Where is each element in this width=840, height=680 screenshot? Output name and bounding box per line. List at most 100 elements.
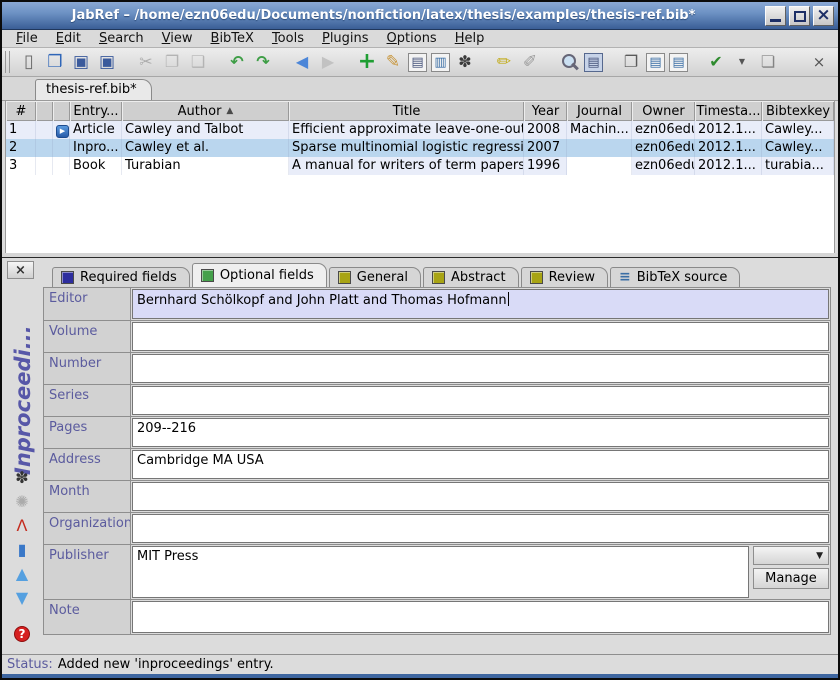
save-all-icon[interactable]: ▣ — [96, 51, 118, 73]
cut-icon[interactable]: ✂ — [135, 51, 157, 73]
column-header-journal[interactable]: Journal — [567, 101, 632, 121]
menu-options[interactable]: Options — [378, 30, 446, 47]
new-entry-icon[interactable]: + — [356, 51, 378, 73]
field-group-square-icon — [432, 271, 445, 284]
mark-entries-icon[interactable]: ✏ — [493, 51, 515, 73]
fetch-web-icon[interactable]: ✔ — [705, 51, 727, 73]
edit-entry-icon[interactable]: ✎ — [382, 51, 404, 73]
back-icon[interactable]: ◀ — [291, 51, 313, 73]
help-icon[interactable]: ? — [14, 626, 30, 642]
status-bar: Status: Added new 'inproceedings' entry. — [2, 654, 838, 674]
toolbar-close-icon[interactable]: × — [808, 51, 830, 73]
maximize-button[interactable] — [789, 6, 810, 26]
fetch-dropdown-icon[interactable]: ▼ — [731, 51, 753, 73]
column-header-empty[interactable] — [53, 101, 70, 121]
table-row[interactable]: 3BookTurabianA manual for writers of ter… — [6, 157, 834, 175]
table-cell: 2008 — [524, 121, 567, 139]
tab-general[interactable]: General — [329, 267, 421, 287]
field-label-address: Address — [43, 448, 131, 481]
tab-optional-fields[interactable]: Optional fields — [192, 263, 327, 287]
search-icon[interactable] — [558, 51, 580, 73]
table-cell — [36, 121, 53, 139]
tab-bibtex-source[interactable]: ≡BibTeX source — [610, 267, 740, 287]
field-label-publisher: Publisher — [43, 544, 131, 600]
tab-abstract[interactable]: Abstract — [423, 267, 519, 287]
column-header-[interactable]: # — [6, 101, 36, 121]
field-input-number[interactable] — [132, 354, 829, 383]
column-header-author[interactable]: Author▲ — [122, 101, 289, 121]
toolbar-drag-handle[interactable] — [5, 51, 10, 73]
generate-key-wand-icon[interactable]: ✽ — [15, 470, 28, 486]
column-header-timesta[interactable]: Timesta... — [695, 101, 762, 121]
tab-review[interactable]: Review — [521, 267, 608, 287]
tab-label: Review — [549, 270, 595, 285]
field-input-volume[interactable] — [132, 322, 829, 351]
minimize-button[interactable] — [765, 6, 786, 26]
external-link-icon[interactable]: ▶ — [56, 125, 69, 138]
push-to-application-icon[interactable]: ▤ — [646, 53, 665, 72]
open-database-icon[interactable]: ❒ — [44, 51, 66, 73]
column-header-owner[interactable]: Owner — [632, 101, 695, 121]
field-text: Cambridge MA USA — [137, 453, 264, 468]
close-entry-editor-button[interactable]: × — [7, 261, 34, 279]
edit-strings-icon[interactable]: ▥ — [431, 53, 450, 72]
tab-required-fields[interactable]: Required fields — [52, 267, 190, 287]
field-label-organization: Organization — [43, 512, 131, 545]
column-header-bibtexkey[interactable]: Bibtexkey — [762, 101, 834, 121]
wand-icon[interactable]: ✽ — [454, 51, 476, 73]
open-file-icon[interactable]: ▮ — [18, 542, 27, 558]
document-tab[interactable]: thesis-ref.bib* — [35, 79, 152, 100]
menu-search[interactable]: Search — [90, 30, 153, 47]
column-header-title[interactable]: Title — [289, 101, 524, 121]
column-header-empty[interactable] — [36, 101, 53, 121]
undo-icon[interactable]: ↶ — [226, 51, 248, 73]
field-input-series[interactable] — [132, 386, 829, 415]
table-cell — [567, 157, 632, 175]
field-input-note[interactable] — [132, 601, 829, 633]
field-input-pages[interactable]: 209--216 — [132, 418, 829, 447]
pdf-icon[interactable]: Λ — [17, 518, 28, 534]
table-cell — [36, 139, 53, 157]
gear-icon[interactable]: ✺ — [15, 494, 28, 510]
table-cell: 2007 — [524, 139, 567, 157]
toggle-entry-preview-icon[interactable]: ▤ — [584, 53, 603, 72]
forward-icon[interactable]: ▶ — [317, 51, 339, 73]
menu-plugins[interactable]: Plugins — [313, 30, 378, 47]
table-row[interactable]: 2Inpro...Cawley et al.Sparse multinomial… — [6, 139, 834, 157]
previous-entry-icon[interactable]: ▲ — [16, 566, 28, 582]
preview-icon[interactable]: ❏ — [757, 51, 779, 73]
column-header-entry[interactable]: Entry... — [70, 101, 122, 121]
field-input-address[interactable]: Cambridge MA USA — [132, 450, 829, 479]
push-to-application-2-icon[interactable]: ▤ — [669, 53, 688, 72]
field-label-month: Month — [43, 480, 131, 513]
title-bar[interactable]: JabRef – /home/ezn06edu/Documents/nonfic… — [2, 2, 838, 30]
edit-preamble-icon[interactable]: ▤ — [408, 53, 427, 72]
save-database-icon[interactable]: ▣ — [70, 51, 92, 73]
field-input-month[interactable] — [132, 482, 829, 511]
field-input-editor[interactable]: Bernhard Schölkopf and John Platt and Th… — [132, 289, 829, 319]
copy-key-icon[interactable]: ❐ — [620, 51, 642, 73]
field-input-organization[interactable] — [132, 514, 829, 543]
menu-bibtex[interactable]: BibTeX — [202, 30, 263, 47]
manage-button[interactable]: Manage — [753, 568, 829, 589]
field-input-publisher[interactable]: MIT Press — [132, 546, 749, 598]
paste-icon[interactable]: ❑ — [187, 51, 209, 73]
column-header-year[interactable]: Year — [524, 101, 567, 121]
publisher-combo[interactable]: ▼ — [753, 546, 829, 565]
new-database-icon[interactable]: ▯ — [18, 51, 40, 73]
menu-file[interactable]: File — [7, 30, 47, 47]
source-lines-icon: ≡ — [619, 269, 631, 285]
redo-icon[interactable]: ↷ — [252, 51, 274, 73]
menu-tools[interactable]: Tools — [263, 30, 313, 47]
menu-view[interactable]: View — [153, 30, 202, 47]
unmark-entries-icon[interactable]: ✐ — [519, 51, 541, 73]
table-cell: Efficient approximate leave-one-out... — [289, 121, 524, 139]
table-row[interactable]: 1▶ArticleCawley and TalbotEfficient appr… — [6, 121, 834, 139]
next-entry-icon[interactable]: ▼ — [16, 590, 28, 606]
field-text: MIT Press — [137, 549, 198, 564]
close-button[interactable]: × — [813, 6, 834, 26]
menu-help[interactable]: Help — [446, 30, 494, 47]
field-row-pages: Pages209--216 — [43, 416, 831, 449]
menu-edit[interactable]: Edit — [47, 30, 90, 47]
copy-icon[interactable]: ❐ — [161, 51, 183, 73]
